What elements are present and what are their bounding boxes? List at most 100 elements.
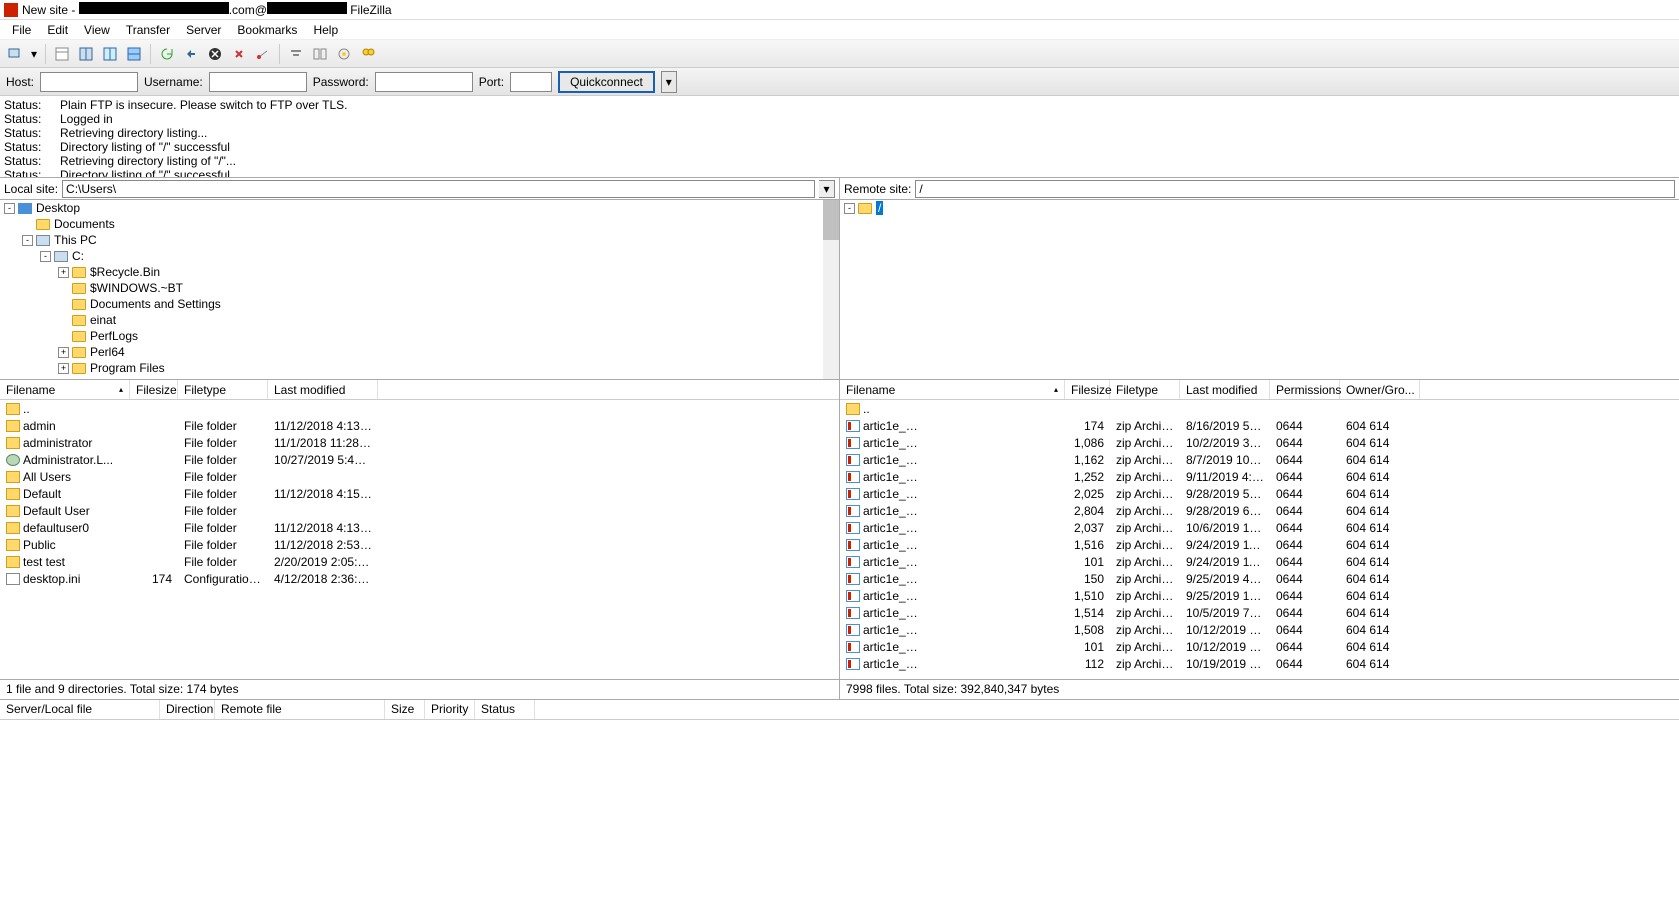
- list-item[interactable]: PublicFile folder11/12/2018 2:53:10...: [0, 536, 839, 553]
- expand-toggle[interactable]: -: [40, 251, 51, 262]
- compare-button[interactable]: [309, 43, 331, 65]
- tree-item[interactable]: einat: [0, 312, 839, 328]
- queue-column-header[interactable]: Direction: [160, 700, 215, 719]
- list-item[interactable]: administratorFile folder11/1/2018 11:28:…: [0, 434, 839, 451]
- menu-view[interactable]: View: [76, 21, 118, 39]
- queue-column-header[interactable]: Priority: [425, 700, 475, 719]
- list-item[interactable]: artic1e_1,162zip Archive8/7/2019 10:16:.…: [840, 451, 1679, 468]
- site-manager-button[interactable]: [4, 43, 26, 65]
- local-site-input[interactable]: [62, 180, 815, 198]
- queue-column-header[interactable]: Size: [385, 700, 425, 719]
- list-item[interactable]: artic1e_150zip Archive9/25/2019 4:17:...…: [840, 570, 1679, 587]
- expand-toggle[interactable]: -: [844, 203, 855, 214]
- disconnect-button[interactable]: [228, 43, 250, 65]
- column-header[interactable]: Owner/Gro...: [1340, 380, 1420, 399]
- list-item[interactable]: ..: [0, 400, 839, 417]
- list-item[interactable]: artic1e_1,510zip Archive9/25/2019 10:1..…: [840, 587, 1679, 604]
- list-item[interactable]: DefaultFile folder11/12/2018 4:15:16...: [0, 485, 839, 502]
- queue-column-header[interactable]: Server/Local file: [0, 700, 160, 719]
- expand-toggle[interactable]: +: [58, 267, 69, 278]
- list-item[interactable]: artic1e_1,252zip Archive9/11/2019 4:15:.…: [840, 468, 1679, 485]
- list-item[interactable]: artic1e_1,516zip Archive9/24/2019 11:3..…: [840, 536, 1679, 553]
- list-item[interactable]: artic1e_101zip Archive10/12/2019 7:3...0…: [840, 638, 1679, 655]
- list-item[interactable]: artic1e_2,025zip Archive9/28/2019 5:19:.…: [840, 485, 1679, 502]
- tree-item[interactable]: Documents and Settings: [0, 296, 839, 312]
- list-item[interactable]: Default UserFile folder: [0, 502, 839, 519]
- toggle-tree-local-button[interactable]: [75, 43, 97, 65]
- menu-edit[interactable]: Edit: [39, 21, 76, 39]
- file-icon: [846, 658, 860, 670]
- quickconnect-button[interactable]: Quickconnect: [558, 71, 655, 93]
- search-button[interactable]: [357, 43, 379, 65]
- remote-site-input[interactable]: [915, 180, 1675, 198]
- tree-item[interactable]: Documents: [0, 216, 839, 232]
- list-item[interactable]: artic1e_2,037zip Archive10/6/2019 1:15:.…: [840, 519, 1679, 536]
- list-item[interactable]: desktop.ini174Configuration ...4/12/2018…: [0, 570, 839, 587]
- sync-browse-button[interactable]: [333, 43, 355, 65]
- expand-toggle[interactable]: -: [4, 203, 15, 214]
- tree-item[interactable]: -Desktop: [0, 200, 839, 216]
- tree-item[interactable]: -C:: [0, 248, 839, 264]
- remote-tree-pane[interactable]: -/: [840, 200, 1679, 379]
- host-input[interactable]: [40, 72, 138, 92]
- tree-item[interactable]: +Program Files: [0, 360, 839, 376]
- expand-toggle[interactable]: +: [58, 347, 69, 358]
- toggle-log-button[interactable]: [51, 43, 73, 65]
- column-header[interactable]: Filesize: [130, 380, 178, 399]
- menu-file[interactable]: File: [4, 21, 39, 39]
- column-header[interactable]: Last modified: [1180, 380, 1270, 399]
- list-item[interactable]: artic1e_1,508zip Archive10/12/2019 2:2..…: [840, 621, 1679, 638]
- list-item[interactable]: artic1e_112zip Archive10/19/2019 4:2...0…: [840, 655, 1679, 672]
- menu-transfer[interactable]: Transfer: [118, 21, 178, 39]
- list-item[interactable]: Administrator.L...File folder10/27/2019 …: [0, 451, 839, 468]
- column-header[interactable]: Filetype: [1110, 380, 1180, 399]
- queue-column-header[interactable]: Status: [475, 700, 535, 719]
- list-item[interactable]: artic1e_2,804zip Archive9/28/2019 6:22:.…: [840, 502, 1679, 519]
- toggle-tree-remote-button[interactable]: [99, 43, 121, 65]
- list-item[interactable]: adminFile folder11/12/2018 4:13:22...: [0, 417, 839, 434]
- list-item[interactable]: defaultuser0File folder11/12/2018 4:13:3…: [0, 519, 839, 536]
- column-header[interactable]: Filename▴: [840, 380, 1065, 399]
- tree-item[interactable]: +Perl64: [0, 344, 839, 360]
- remote-file-list[interactable]: Filename▴FilesizeFiletypeLast modifiedPe…: [840, 380, 1679, 679]
- port-input[interactable]: [510, 72, 552, 92]
- tree-item[interactable]: +$Recycle.Bin: [0, 264, 839, 280]
- column-header[interactable]: Filesize: [1065, 380, 1110, 399]
- tree-item[interactable]: -/: [840, 200, 1679, 216]
- list-item[interactable]: artic1e_101zip Archive9/24/2019 11:4...0…: [840, 553, 1679, 570]
- site-manager-dropdown[interactable]: ▾: [28, 43, 40, 65]
- local-site-dropdown[interactable]: ▾: [819, 180, 835, 198]
- column-header[interactable]: Filetype: [178, 380, 268, 399]
- column-header[interactable]: Permissions: [1270, 380, 1340, 399]
- filter-button[interactable]: [285, 43, 307, 65]
- list-item[interactable]: test testFile folder2/20/2019 2:05:30 ..…: [0, 553, 839, 570]
- column-header[interactable]: Filename▴: [0, 380, 130, 399]
- column-header[interactable]: Last modified: [268, 380, 378, 399]
- expand-toggle[interactable]: +: [58, 363, 69, 374]
- list-item[interactable]: artic1e_1,514zip Archive10/5/2019 7:06:.…: [840, 604, 1679, 621]
- quickconnect-dropdown[interactable]: ▾: [661, 71, 677, 93]
- tree-item[interactable]: $WINDOWS.~BT: [0, 280, 839, 296]
- menu-help[interactable]: Help: [305, 21, 346, 39]
- list-item[interactable]: artic1e_174zip Archive8/16/2019 5:09:...…: [840, 417, 1679, 434]
- expand-toggle[interactable]: -: [22, 235, 33, 246]
- local-tree-scrollbar[interactable]: [823, 200, 839, 379]
- list-item[interactable]: artic1e_1,086zip Archive10/2/2019 3:49:.…: [840, 434, 1679, 451]
- menu-server[interactable]: Server: [178, 21, 229, 39]
- tree-item[interactable]: PerfLogs: [0, 328, 839, 344]
- reconnect-button[interactable]: [252, 43, 274, 65]
- process-queue-button[interactable]: [180, 43, 202, 65]
- local-tree-pane[interactable]: -DesktopDocuments-This PC-C:+$Recycle.Bi…: [0, 200, 840, 379]
- queue-body[interactable]: [0, 720, 1679, 780]
- queue-column-header[interactable]: Remote file: [215, 700, 385, 719]
- local-file-list[interactable]: Filename▴FilesizeFiletypeLast modified .…: [0, 380, 840, 679]
- list-item[interactable]: ..: [840, 400, 1679, 417]
- username-input[interactable]: [209, 72, 307, 92]
- cancel-button[interactable]: [204, 43, 226, 65]
- list-item[interactable]: All UsersFile folder: [0, 468, 839, 485]
- password-input[interactable]: [375, 72, 473, 92]
- refresh-button[interactable]: [156, 43, 178, 65]
- menu-bookmarks[interactable]: Bookmarks: [229, 21, 305, 39]
- toggle-queue-button[interactable]: [123, 43, 145, 65]
- tree-item[interactable]: -This PC: [0, 232, 839, 248]
